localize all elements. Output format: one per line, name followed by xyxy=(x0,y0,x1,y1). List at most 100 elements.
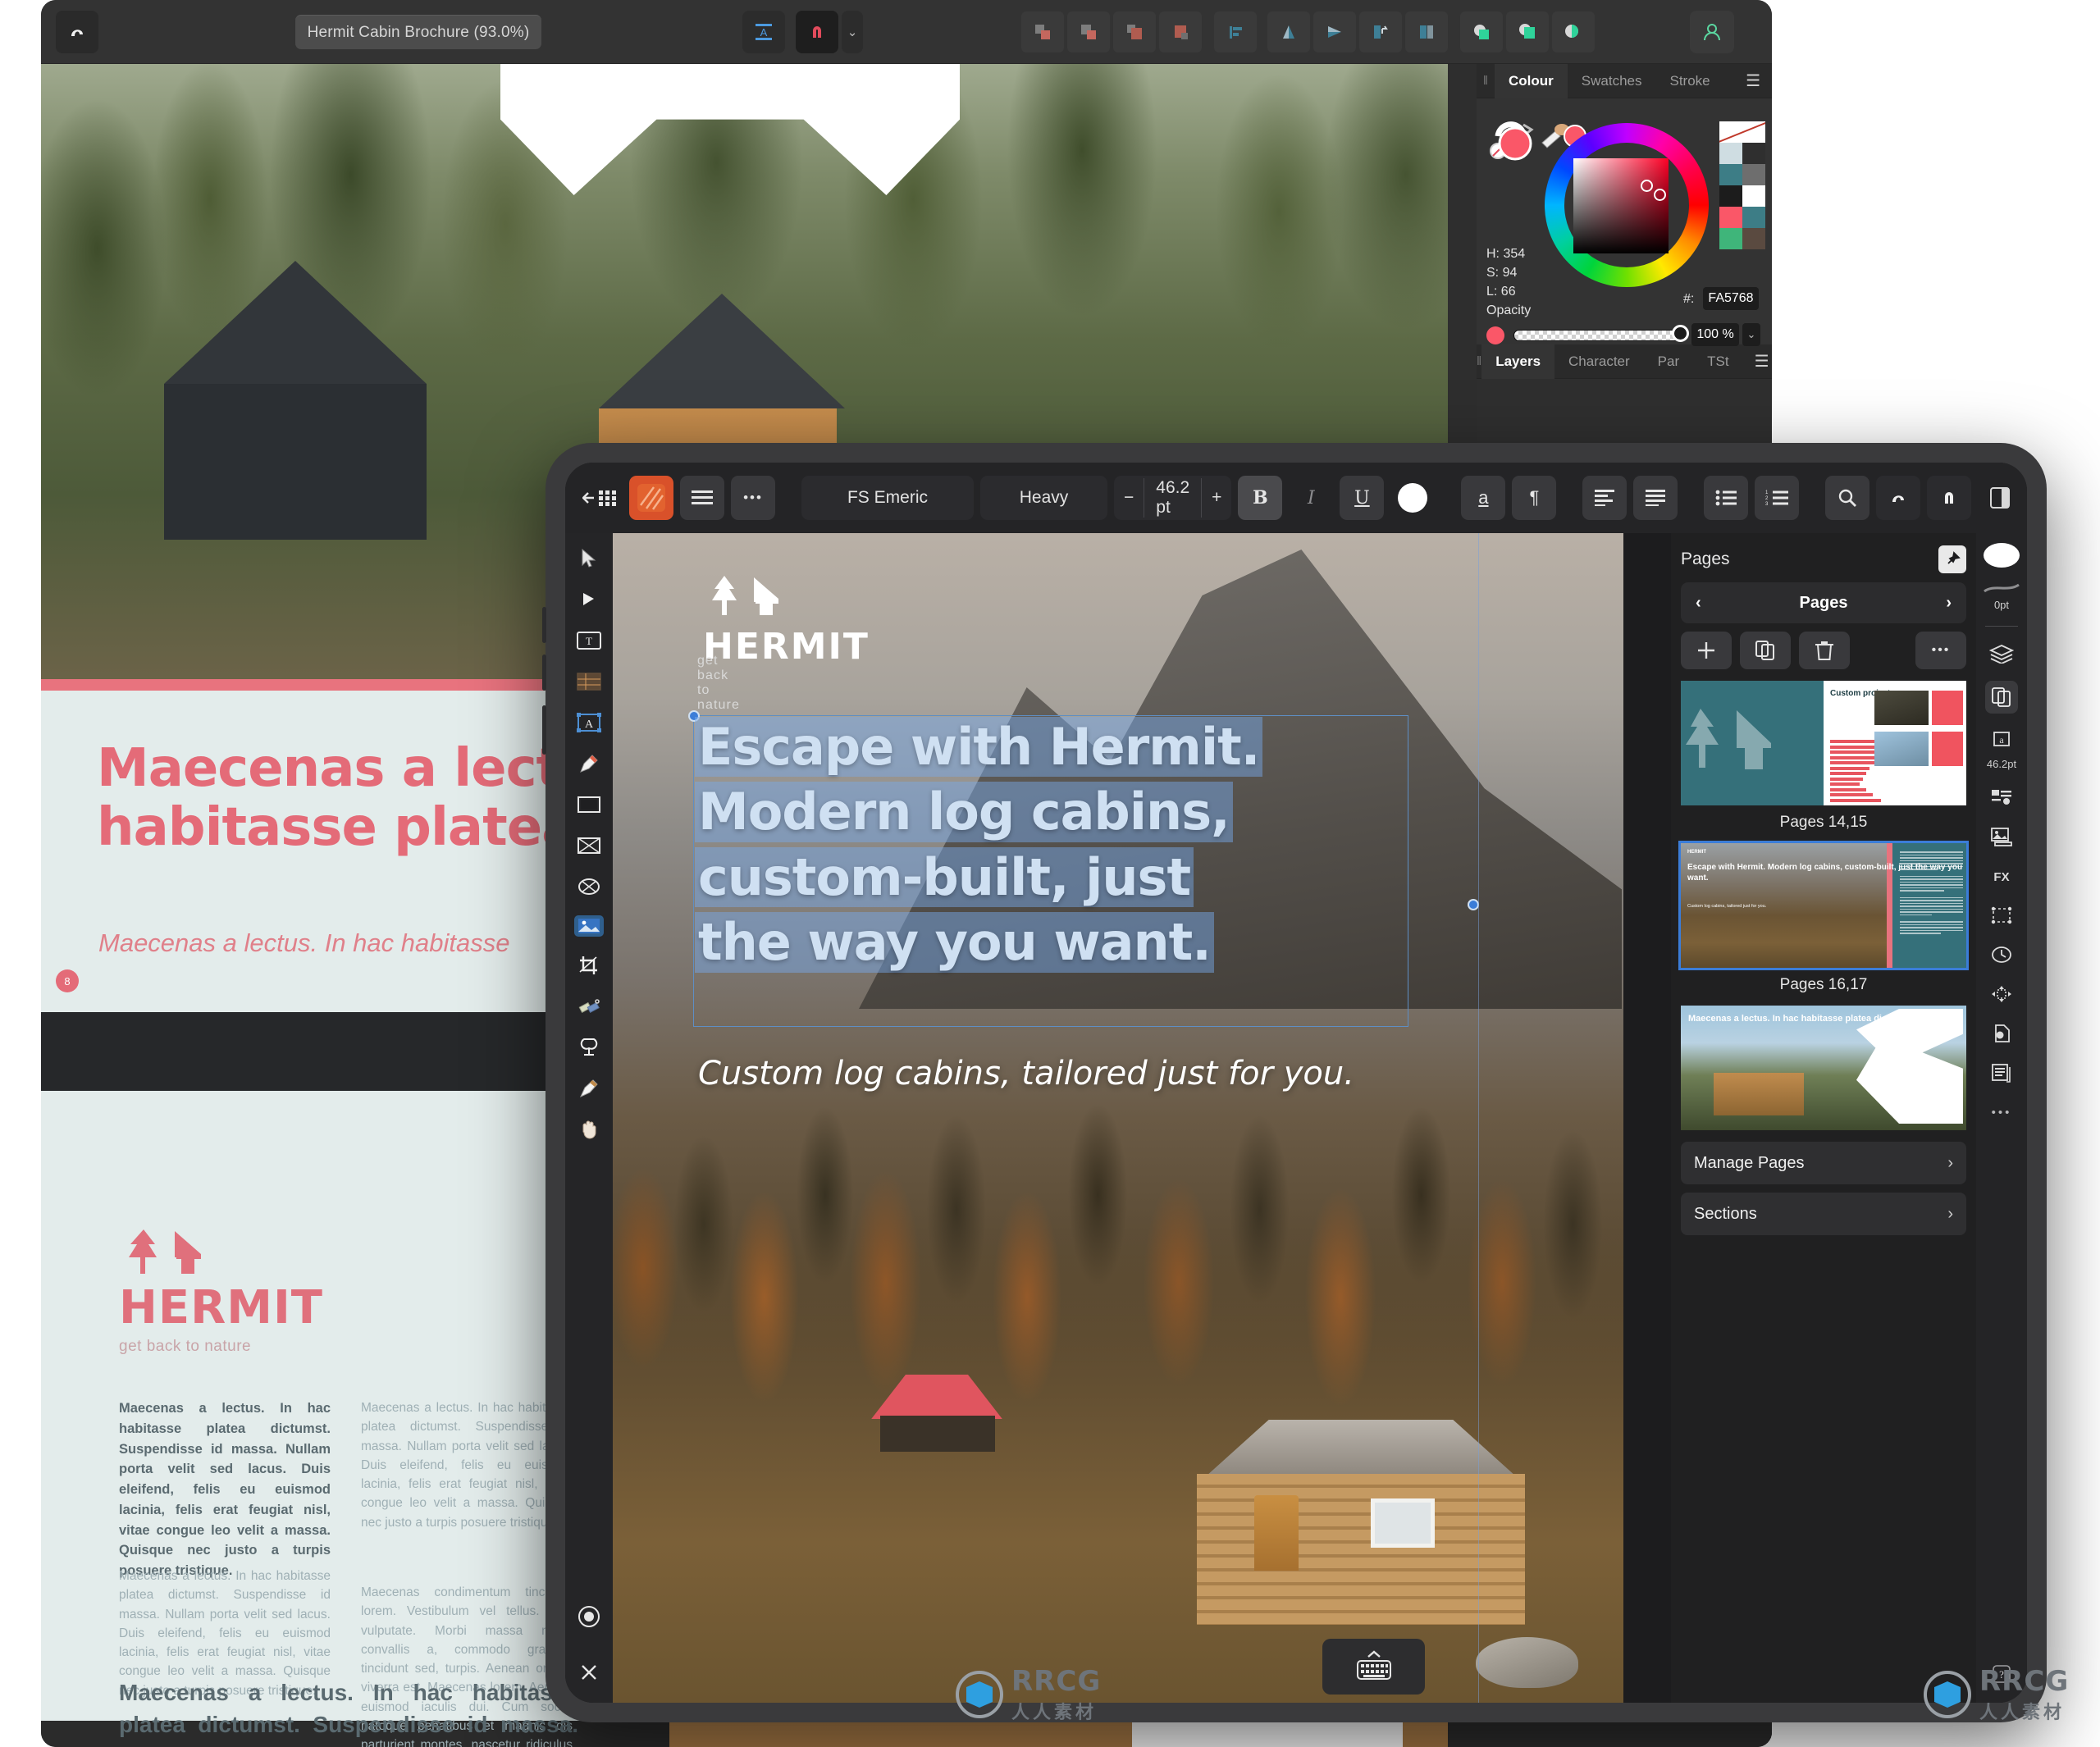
document-tab[interactable]: Hermit Cabin Brochure (93.0%) xyxy=(295,15,541,49)
hand-tool-icon[interactable] xyxy=(573,1117,605,1142)
swatch-0-0[interactable] xyxy=(1719,143,1742,164)
character-panel-button[interactable]: a xyxy=(1461,476,1506,520)
numbered-list-button[interactable]: 123 xyxy=(1755,476,1800,520)
tab-colour[interactable]: Colour xyxy=(1495,63,1568,98)
fill-ellipse-icon[interactable] xyxy=(1984,543,2020,568)
pages-nav-next[interactable]: › xyxy=(1946,594,1952,613)
rectangle-tool-icon[interactable] xyxy=(573,792,605,817)
canvas-subheading[interactable]: Custom log cabins, tailored just for you… xyxy=(698,1055,1354,1092)
colour-picker-button[interactable] xyxy=(1876,476,1921,520)
tab-par[interactable]: Par xyxy=(1644,344,1693,379)
align-justify-button[interactable] xyxy=(1633,476,1678,520)
flip-vertical-icon[interactable] xyxy=(1313,11,1356,52)
paragraph-panel-icon[interactable] xyxy=(1985,785,2018,810)
effects-icon[interactable]: FX xyxy=(1985,864,2018,888)
text-colour-button[interactable] xyxy=(1390,476,1435,520)
app-logo-icon[interactable] xyxy=(56,11,98,53)
text-styles-icon[interactable] xyxy=(1985,1061,2018,1085)
move-backward-icon[interactable] xyxy=(1113,11,1156,52)
text-frame-icon[interactable]: A xyxy=(742,11,785,53)
align-left-icon[interactable] xyxy=(1214,11,1257,52)
opacity-value-input[interactable]: 100 % xyxy=(1691,323,1739,346)
move-forward-icon[interactable] xyxy=(1067,11,1110,52)
pages-icon[interactable] xyxy=(1985,681,2018,714)
more-options-button[interactable]: ••• xyxy=(731,476,775,520)
close-tool-icon[interactable] xyxy=(573,1660,605,1685)
align-icon[interactable] xyxy=(1985,982,2018,1006)
swatch-1-0[interactable] xyxy=(1719,164,1742,185)
layers-icon[interactable] xyxy=(1985,641,2018,666)
paragraph-panel-button[interactable]: ¶ xyxy=(1512,476,1557,520)
move-to-front-icon[interactable] xyxy=(1021,11,1064,52)
snapping-button[interactable] xyxy=(1927,476,1972,520)
more-panels-icon[interactable]: ••• xyxy=(1985,1100,2018,1124)
tab-character[interactable]: Character xyxy=(1554,344,1644,379)
page-thumbnail-3-wrap[interactable]: Maecenas a lectus. In hac habitasse plat… xyxy=(1681,1006,1966,1130)
show-keyboard-button[interactable] xyxy=(1322,1639,1425,1695)
record-tool-icon[interactable] xyxy=(573,1604,605,1629)
history-icon[interactable] xyxy=(1985,942,2018,967)
underline-button[interactable]: U xyxy=(1340,476,1385,520)
crop-tool-icon[interactable] xyxy=(573,953,605,978)
rotate-left-icon[interactable] xyxy=(1359,11,1402,52)
snapping-dropdown-icon[interactable]: ⌄ xyxy=(842,11,863,53)
panel-toggle-button[interactable] xyxy=(1978,476,2022,520)
font-weight-field[interactable]: Heavy xyxy=(980,476,1107,520)
swatch-1-1[interactable] xyxy=(1742,164,1765,185)
zoom-tool-button[interactable] xyxy=(1825,476,1870,520)
colour-panel-body[interactable]: H: 354 S: 94 L: 66 Opacity #: FA5768 100… xyxy=(1477,98,1772,346)
swatch-0-1[interactable] xyxy=(1742,143,1765,164)
swatch-3-0[interactable] xyxy=(1719,207,1742,228)
selection-handle-right[interactable] xyxy=(1468,899,1479,910)
page-thumbnail-1-wrap[interactable]: Custom projects Pages 14,15 xyxy=(1681,681,1966,832)
ipad-document-canvas[interactable]: HERMIT get back to nature Escape with He… xyxy=(613,533,1623,1703)
pages-nav-prev[interactable]: ‹ xyxy=(1696,594,1701,613)
colour-panel-menu-icon[interactable]: ☰ xyxy=(1734,71,1772,91)
bullet-list-button[interactable] xyxy=(1704,476,1749,520)
picture-frame-tool-icon[interactable] xyxy=(573,833,605,858)
pin-panel-button[interactable] xyxy=(1938,545,1966,573)
opacity-colour-swatch[interactable] xyxy=(1486,326,1504,344)
back-to-documents-button[interactable] xyxy=(578,476,623,520)
shape-builder-tool-icon[interactable] xyxy=(573,994,605,1019)
swatch-2-0[interactable] xyxy=(1719,185,1742,207)
boolean-add-icon[interactable] xyxy=(1460,11,1503,52)
page-thumbnail-3[interactable]: Maecenas a lectus. In hac habitasse plat… xyxy=(1681,1006,1966,1130)
font-size-increase-button[interactable]: + xyxy=(1202,488,1231,508)
page-thumbnail-1[interactable]: Custom projects xyxy=(1681,681,1966,805)
page-thumbnail-2-wrap[interactable]: HERMIT Escape with Hermit. Modern log ca… xyxy=(1678,841,1969,994)
colour-picker-tool-icon[interactable] xyxy=(573,1076,605,1101)
sections-link[interactable]: Sections › xyxy=(1681,1193,1966,1235)
swatch-4-0[interactable] xyxy=(1719,228,1742,249)
flip-horizontal-icon[interactable] xyxy=(1267,11,1310,52)
artistic-text-tool-icon[interactable]: A xyxy=(573,710,605,735)
ipad-power-button[interactable] xyxy=(542,705,546,755)
node-tool-icon[interactable] xyxy=(573,587,605,612)
selected-headline-text[interactable]: Escape with Hermit. Modern log cabins, c… xyxy=(695,717,1402,978)
canvas-hermit-logo[interactable]: HERMIT get back to nature xyxy=(697,574,870,712)
main-menu-button[interactable] xyxy=(680,476,724,520)
swatch-4-1[interactable] xyxy=(1742,228,1765,249)
document-setup-icon[interactable] xyxy=(1985,1021,2018,1046)
table-tool-icon[interactable] xyxy=(573,669,605,694)
account-avatar-icon[interactable] xyxy=(1690,11,1734,53)
bold-button[interactable]: B xyxy=(1238,476,1283,520)
pen-tool-icon[interactable] xyxy=(573,751,605,776)
rotate-right-icon[interactable] xyxy=(1405,11,1448,52)
tab-stroke[interactable]: Stroke xyxy=(1655,64,1723,98)
page-thumbnail-2[interactable]: HERMIT Escape with Hermit. Modern log ca… xyxy=(1678,841,1969,970)
assets-icon[interactable] xyxy=(1985,824,2018,849)
tab-layers[interactable]: Layers xyxy=(1481,344,1555,379)
opacity-chevron-down-icon[interactable]: ⌄ xyxy=(1742,323,1760,346)
manage-pages-link[interactable]: Manage Pages › xyxy=(1681,1142,1966,1184)
ellipse-tool-icon[interactable] xyxy=(573,874,605,899)
swatch-none[interactable] xyxy=(1719,121,1765,143)
opacity-slider-knob[interactable] xyxy=(1672,325,1689,342)
text-frame-tool-icon[interactable]: T xyxy=(573,628,605,653)
hue-ring-handle[interactable] xyxy=(1654,189,1666,201)
align-left-button[interactable] xyxy=(1582,476,1628,520)
saturation-handle[interactable] xyxy=(1641,180,1653,192)
pages-more-button[interactable]: ••• xyxy=(1915,632,1966,669)
layers-panel-menu-icon[interactable]: ☰ xyxy=(1743,351,1772,372)
move-to-back-icon[interactable] xyxy=(1159,11,1202,52)
